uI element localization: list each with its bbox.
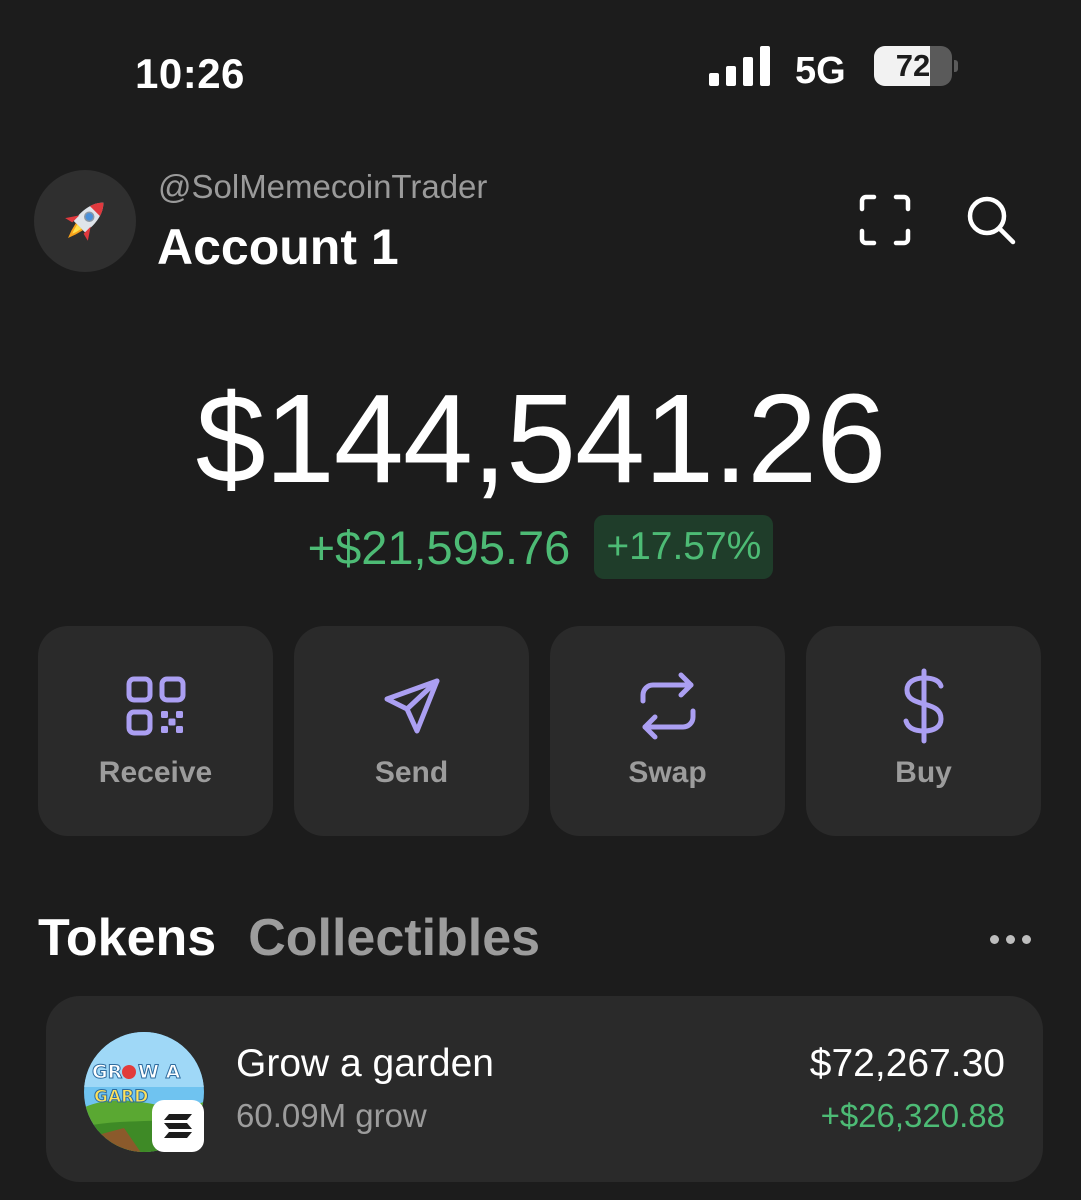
balance-change-row: +$21,595.76 +17.57% [0, 515, 1081, 579]
svg-text:GR: GR [92, 1061, 123, 1083]
solana-icon [164, 1114, 192, 1138]
svg-text:GARD: GARD [94, 1087, 148, 1107]
tab-collectibles[interactable]: Collectibles [248, 908, 540, 968]
receive-label: Receive [98, 756, 213, 789]
search-icon [967, 196, 1016, 245]
chain-badge [152, 1100, 204, 1152]
avatar[interactable] [34, 170, 136, 272]
token-row[interactable]: GR W A GARD Grow a garden 60.09M grow $7… [46, 996, 1043, 1182]
swap-arrows-icon [640, 672, 695, 740]
qr-code-icon [126, 676, 185, 736]
dot [1021, 934, 1031, 944]
network-label: 5G [795, 50, 846, 92]
dot [989, 934, 999, 944]
balance-change-percent-badge: +17.57% [594, 515, 774, 579]
token-change: +$26,320.88 [820, 1097, 1005, 1134]
account-username[interactable]: @SolMemecoinTrader [158, 168, 487, 206]
send-button[interactable]: Send [294, 626, 529, 836]
rocket-icon [65, 202, 104, 241]
swap-label: Swap [628, 756, 707, 789]
battery-percent: 72 [895, 48, 931, 83]
status-time: 10:26 [135, 50, 245, 97]
tab-tokens[interactable]: Tokens [38, 908, 216, 968]
dot [1005, 934, 1015, 944]
token-name: Grow a garden [236, 1042, 494, 1085]
account-name[interactable]: Account 1 [157, 218, 399, 276]
send-label: Send [374, 756, 449, 789]
more-options-button[interactable] [980, 922, 1040, 956]
svg-text:W A: W A [138, 1061, 181, 1083]
asset-tabs: Tokens Collectibles [38, 908, 540, 968]
dollar-icon [903, 668, 943, 744]
total-balance: $144,541.26 [195, 368, 887, 509]
signal-icon [709, 46, 773, 86]
scan-icon [859, 194, 911, 246]
battery-icon: 72 [874, 46, 958, 86]
buy-label: Buy [895, 756, 952, 789]
balance-change-amount: +$21,595.76 [307, 520, 571, 574]
scan-button[interactable] [850, 185, 920, 255]
receive-button[interactable]: Receive [38, 626, 273, 836]
token-value: $72,267.30 [809, 1042, 1005, 1085]
buy-button[interactable]: Buy [806, 626, 1041, 836]
token-amount: 60.09M grow [236, 1097, 427, 1134]
search-button[interactable] [956, 185, 1026, 255]
action-buttons: Receive Send Swap Buy [38, 626, 1041, 836]
paper-plane-icon [384, 678, 439, 734]
swap-button[interactable]: Swap [550, 626, 785, 836]
